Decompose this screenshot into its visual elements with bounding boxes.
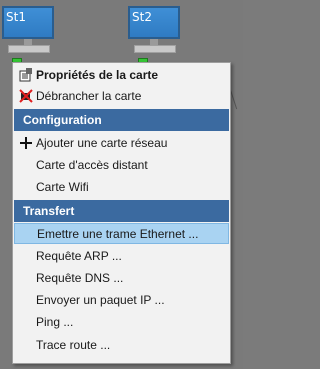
- menu-item-send-ethernet-frame[interactable]: Emettre une trame Ethernet ...: [14, 223, 229, 244]
- menu-item-card-properties[interactable]: Propriétés de la carte: [14, 65, 229, 86]
- station-st1[interactable]: St1: [2, 6, 54, 68]
- context-menu: Propriétés de la carte Débrancher la car…: [12, 62, 231, 364]
- plus-icon: [19, 136, 33, 150]
- properties-icon: [19, 68, 33, 82]
- station-st2[interactable]: St2: [128, 6, 180, 68]
- menu-item-arp-request[interactable]: Requête ARP ...: [14, 246, 229, 267]
- unplug-icon: [19, 89, 33, 103]
- station-label: St2: [132, 10, 152, 24]
- menu-item-remote-access-card[interactable]: Carte d'accès distant: [14, 155, 229, 176]
- menu-item-wifi-card[interactable]: Carte Wifi: [14, 177, 229, 198]
- menu-item-unplug-card[interactable]: Débrancher la carte: [14, 86, 229, 107]
- menu-item-send-ip-packet[interactable]: Envoyer un paquet IP ...: [14, 290, 229, 311]
- menu-item-trace-route[interactable]: Trace route ...: [14, 335, 229, 356]
- section-configuration: Configuration: [14, 109, 229, 131]
- menu-item-dns-request[interactable]: Requête DNS ...: [14, 268, 229, 289]
- menu-item-ping[interactable]: Ping ...: [14, 312, 229, 333]
- section-transfert: Transfert: [14, 200, 229, 222]
- station-label: St1: [6, 10, 26, 24]
- menu-item-add-network-card[interactable]: Ajouter une carte réseau: [14, 133, 229, 154]
